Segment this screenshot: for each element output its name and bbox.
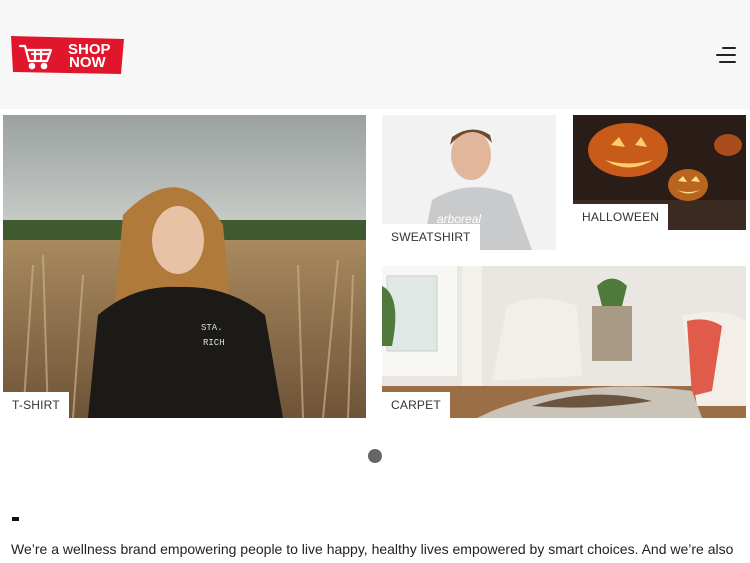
tshirt-photo: STA. RICH	[3, 115, 366, 418]
category-tile-halloween[interactable]: HALLOWEEN	[573, 115, 746, 230]
tile-label: T-SHIRT	[3, 392, 69, 418]
section-divider-dash	[12, 517, 19, 521]
carousel-pagination-dot-active[interactable]	[368, 449, 382, 463]
category-tile-sweatshirt[interactable]: arboreal SWEATSHIRT	[382, 115, 556, 250]
category-tile-carpet[interactable]: CARPET	[382, 266, 746, 418]
hamburger-menu-icon[interactable]	[716, 46, 736, 64]
tile-label: CARPET	[382, 392, 450, 418]
tile-label: SWEATSHIRT	[382, 224, 480, 250]
svg-text:RICH: RICH	[203, 338, 225, 348]
site-header: SHOP NOW	[0, 0, 750, 109]
svg-text:STA.: STA.	[201, 323, 223, 333]
about-paragraph: We’re a wellness brand empowering people…	[11, 541, 734, 557]
shop-now-logo[interactable]: SHOP NOW	[11, 36, 124, 74]
tile-label: HALLOWEEN	[573, 204, 669, 230]
category-tile-tshirt[interactable]: STA. RICH T-SHIRT	[3, 115, 366, 418]
logo-text-bottom: NOW	[69, 54, 107, 71]
